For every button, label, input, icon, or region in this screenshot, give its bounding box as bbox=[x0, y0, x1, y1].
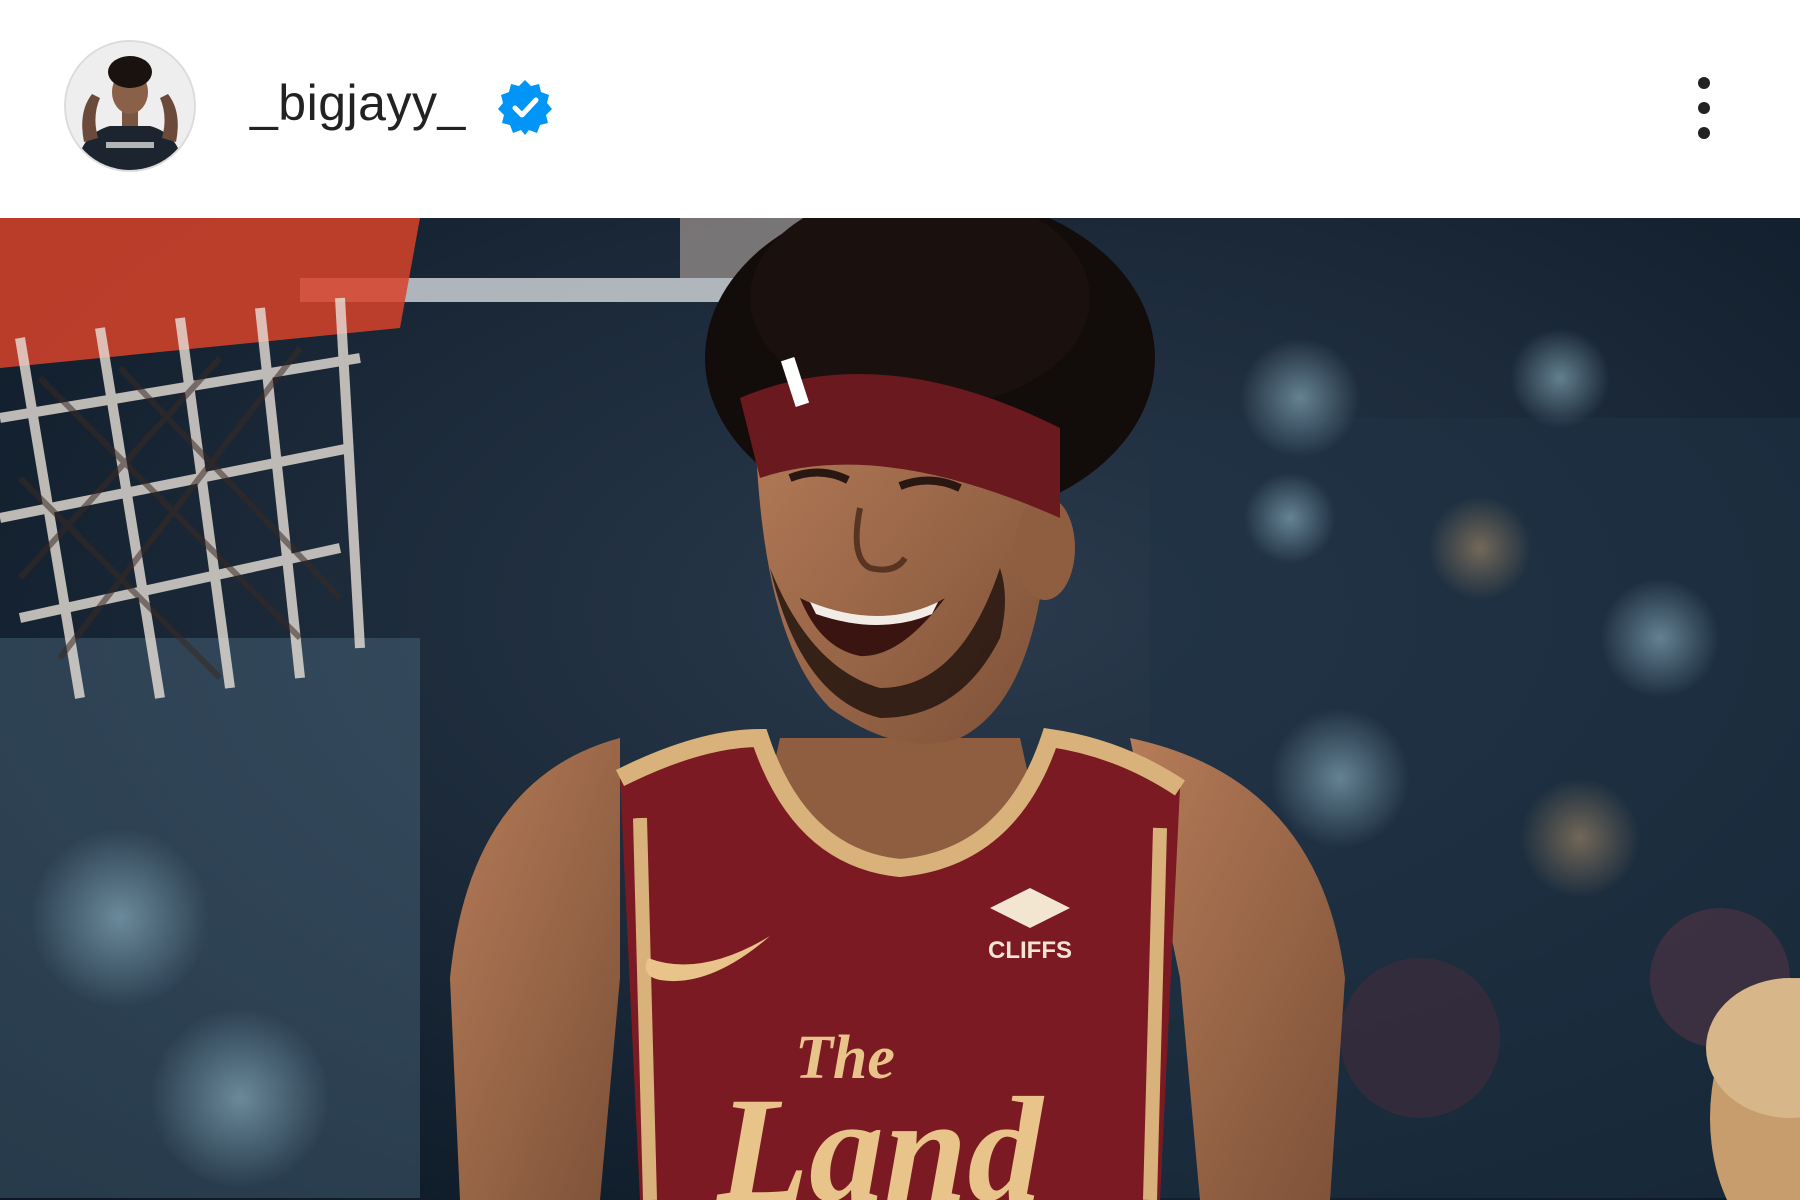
post-image[interactable]: CLIFFS The Land bbox=[0, 218, 1800, 1200]
jersey-sponsor-text: CLIFFS bbox=[988, 937, 1072, 964]
three-dots-vertical-icon bbox=[1698, 77, 1710, 139]
jersey-text-line2: Land bbox=[715, 1067, 1044, 1200]
avatar-photo bbox=[66, 42, 194, 170]
avatar[interactable] bbox=[66, 42, 194, 170]
more-options-button[interactable] bbox=[1680, 66, 1728, 150]
username[interactable]: _bigjayy_ bbox=[250, 74, 466, 132]
verified-badge-icon bbox=[496, 78, 554, 136]
post-header: _bigjayy_ bbox=[0, 0, 1800, 218]
